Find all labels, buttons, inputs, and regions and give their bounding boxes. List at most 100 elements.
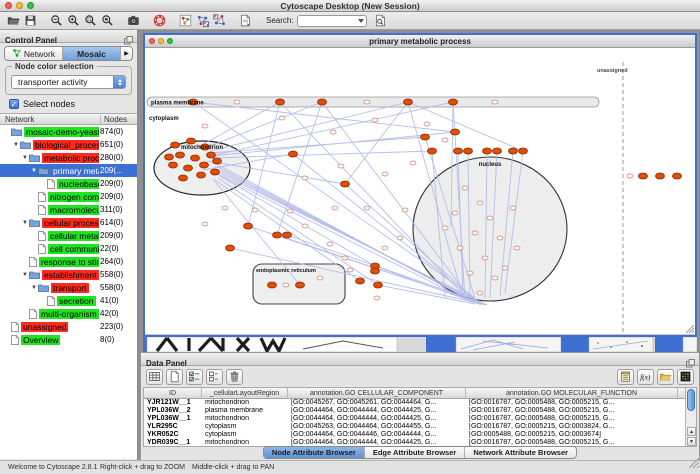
search-go-button[interactable] (372, 13, 389, 29)
tree-row[interactable]: ▼establishment of lo558(0) (0, 268, 137, 281)
network-window-titlebar[interactable]: primary metabolic process (145, 35, 695, 48)
tab-network-attribute-browser[interactable]: Network Attribute Browser (465, 447, 576, 458)
tree-row[interactable]: nucleobase-209(0) (0, 177, 137, 190)
tree-row[interactable]: cellular metabo209(0) (0, 229, 137, 242)
expander-icon[interactable]: ▼ (30, 285, 38, 291)
annotation-button[interactable] (237, 13, 254, 29)
layout-spring-button[interactable] (211, 13, 228, 29)
data-panel-toolbar: f(x) (141, 366, 699, 387)
canvas-resize-grip[interactable] (686, 325, 694, 333)
column-header[interactable]: annotation.GO MOLECULAR_FUNCTION (466, 388, 678, 398)
attribute-table[interactable]: ID_cellularLayoutRegionannotation.GO CEL… (143, 387, 697, 447)
tab-edge-attribute-browser[interactable]: Edge Attribute Browser (365, 447, 465, 458)
table-row[interactable]: YLR295Ccytoplasm[GO:0045263, GO:0044464,… (144, 423, 696, 431)
tree-row[interactable]: mosaic-demo-yeast874(0) (0, 125, 137, 138)
table-row[interactable]: YPL036W__2plasma membrane[GO:0044464, GO… (144, 407, 696, 415)
zoom-fit-button[interactable] (99, 13, 116, 29)
tree-row[interactable]: multi-organism pro42(0) (0, 307, 137, 320)
scroll-down-icon[interactable]: ▼ (687, 437, 696, 446)
network-graph[interactable]: plasma membranecytoplasmmitochondrionnuc… (145, 48, 695, 334)
search-text-field[interactable] (300, 16, 352, 26)
tree-row[interactable]: cell communicat22(0) (0, 242, 137, 255)
column-header[interactable]: annotation.GO CELLULAR_COMPONENT (288, 388, 466, 398)
node-color-dropdown[interactable]: transporter activity (11, 75, 126, 89)
column-header[interactable]: ID (144, 388, 202, 398)
zoom-window-button[interactable] (27, 2, 34, 9)
select-attributes-button[interactable] (186, 369, 203, 385)
tree-row[interactable]: macromolecule311(0) (0, 203, 137, 216)
close-window-button[interactable] (5, 2, 12, 9)
attribute-notepad-button[interactable] (617, 369, 634, 385)
expander-icon[interactable]: ▼ (21, 155, 29, 161)
expander-icon[interactable]: ▼ (30, 168, 38, 174)
tree-row[interactable]: unassigned223(0) (0, 320, 137, 333)
snapshot-button[interactable] (125, 13, 142, 29)
status-welcome: Welcome to Cytoscape 2.8.1 (8, 464, 97, 471)
function-builder-button[interactable]: f(x) (637, 369, 654, 385)
tree-row-label: nitrogen compo (48, 192, 99, 202)
tree-row[interactable]: ▼metabolic process280(0) (0, 151, 137, 164)
scroll-up-icon[interactable]: ▲ (687, 427, 696, 436)
new-attribute-button[interactable] (166, 369, 183, 385)
zoom-selected-button[interactable] (82, 13, 99, 29)
tab-mosaic[interactable]: Mosaic (63, 47, 121, 60)
network-tree-header[interactable]: Network Nodes (0, 113, 137, 125)
search-dropdown-icon[interactable] (358, 19, 364, 23)
expander-icon[interactable]: ▼ (21, 272, 29, 278)
minimize-window-button[interactable] (16, 2, 23, 9)
table-scrollbar[interactable]: ▲ ▼ (685, 388, 696, 446)
close-network-button[interactable] (149, 38, 155, 44)
tree-row[interactable]: ▼biological_process651(0) (0, 138, 137, 151)
network-view-window[interactable]: primary metabolic process plasma membran… (143, 33, 697, 337)
tree-row-label: biological_process (33, 140, 99, 150)
float-panel-icon[interactable] (124, 32, 133, 50)
background-windows-strip[interactable] (143, 337, 697, 352)
search-input[interactable] (297, 15, 367, 27)
tree-row-label: cellular process (42, 218, 99, 228)
float-panel-icon[interactable] (686, 355, 695, 373)
tab-network[interactable]: Network (5, 47, 63, 60)
open-button[interactable] (5, 13, 22, 29)
control-panel-tabs: NetworkMosaic▶ (4, 46, 133, 61)
unselect-attributes-button[interactable] (206, 369, 223, 385)
node-color-selection-legend: Node color selection (12, 62, 97, 71)
column-header[interactable]: _cellularLayoutRegion (202, 388, 288, 398)
tree-row-label: primary metabo (51, 166, 99, 176)
zoom-in-button[interactable] (65, 13, 82, 29)
tab-node-attribute-browser[interactable]: Node Attribute Browser (264, 447, 365, 458)
dropdown-stepper-icon[interactable] (113, 76, 125, 88)
tree-row-label: unassigned (21, 322, 68, 332)
window-resize-grip[interactable] (689, 455, 699, 473)
tree-row[interactable]: ▼primary metabo209(... (0, 164, 137, 177)
tree-row[interactable]: secretion41(0) (0, 294, 137, 307)
window-titlebar[interactable]: Cytoscape Desktop (New Session) (0, 0, 700, 12)
table-row[interactable]: YPL036W__1mitochondrion[GO:0044464, GO:0… (144, 415, 696, 423)
tree-row[interactable]: response to stimul264(0) (0, 255, 137, 268)
expander-icon[interactable]: ▼ (12, 142, 20, 148)
network-view-button[interactable] (177, 13, 194, 29)
table-cell: plasma membrane (202, 407, 288, 415)
node-color-dropdown-value: transporter activity (12, 77, 113, 87)
column-grid-button[interactable] (146, 369, 163, 385)
tree-row[interactable]: nitrogen compo209(0) (0, 190, 137, 203)
minimize-network-button[interactable] (158, 38, 164, 44)
tree-row[interactable]: ▼transport558(0) (0, 281, 137, 294)
layout-grid-button[interactable] (194, 13, 211, 29)
attribute-table-header[interactable]: ID_cellularLayoutRegionannotation.GO CEL… (144, 388, 696, 399)
delete-attribute-button[interactable] (226, 369, 243, 385)
zoom-network-button[interactable] (167, 38, 173, 44)
table-row[interactable]: YKR052Ccytoplasm[GO:0044464, GO:0044446,… (144, 431, 696, 439)
tree-row[interactable]: Overview8(0) (0, 333, 137, 346)
help-button[interactable] (151, 13, 168, 29)
zoom-out-button[interactable] (48, 13, 65, 29)
tree-column-network[interactable]: Network (5, 115, 34, 124)
save-button[interactable] (22, 13, 39, 29)
import-attributes-button[interactable] (657, 369, 674, 385)
scrollbar-thumb[interactable] (687, 389, 695, 411)
expander-icon[interactable]: ▼ (21, 220, 29, 226)
table-row[interactable]: YJR121W__1mitochondrion[GO:0045267, GO:0… (144, 399, 696, 407)
select-nodes-checkbox[interactable]: ✓ (9, 99, 19, 109)
tree-column-nodes[interactable]: Nodes (100, 115, 127, 124)
network-canvas[interactable]: plasma membranecytoplasmmitochondrionnuc… (145, 48, 695, 334)
tree-row[interactable]: ▼cellular process614(0) (0, 216, 137, 229)
